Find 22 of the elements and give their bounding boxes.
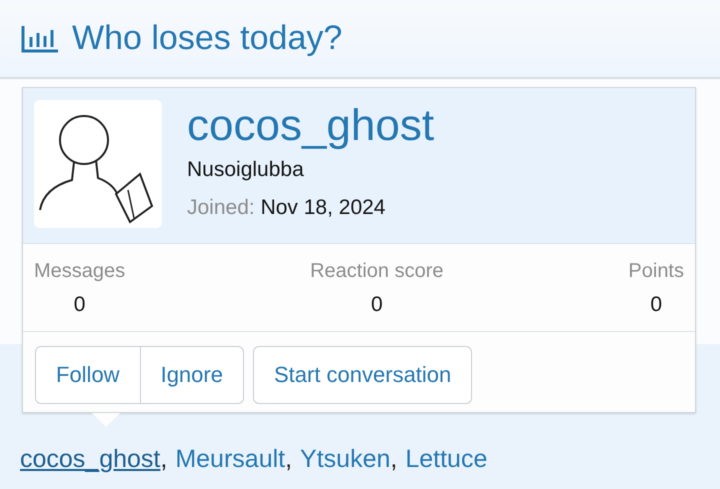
voter-link[interactable]: Lettuce [405, 445, 488, 474]
stat-label: Points [628, 260, 684, 283]
separator: , [285, 445, 292, 474]
username: cocos_ghost [187, 100, 434, 152]
stat-value: 0 [74, 293, 86, 317]
separator: , [160, 445, 168, 474]
stat-value: 0 [370, 293, 383, 317]
chart-icon [20, 24, 60, 54]
user-title: Nusoiglubba [187, 158, 305, 182]
voter-link[interactable]: Meursault [175, 445, 286, 474]
separator: , [390, 445, 398, 474]
joined-label: Joined: [187, 196, 255, 219]
page-title: Who loses today? [72, 19, 342, 58]
action-button[interactable]: Ignore [140, 346, 244, 404]
voter-link[interactable]: Ytsuken [300, 445, 390, 474]
action-button[interactable]: Start conversation [252, 346, 472, 404]
action-button[interactable]: Follow [35, 346, 141, 404]
joined-date: Nov 18, 2024 [260, 196, 386, 219]
stat-label: Messages [34, 260, 126, 283]
stat-label: Reaction score [310, 260, 444, 283]
voter-link[interactable]: cocos_ghost [20, 445, 160, 474]
stat-value: 0 [650, 293, 662, 317]
